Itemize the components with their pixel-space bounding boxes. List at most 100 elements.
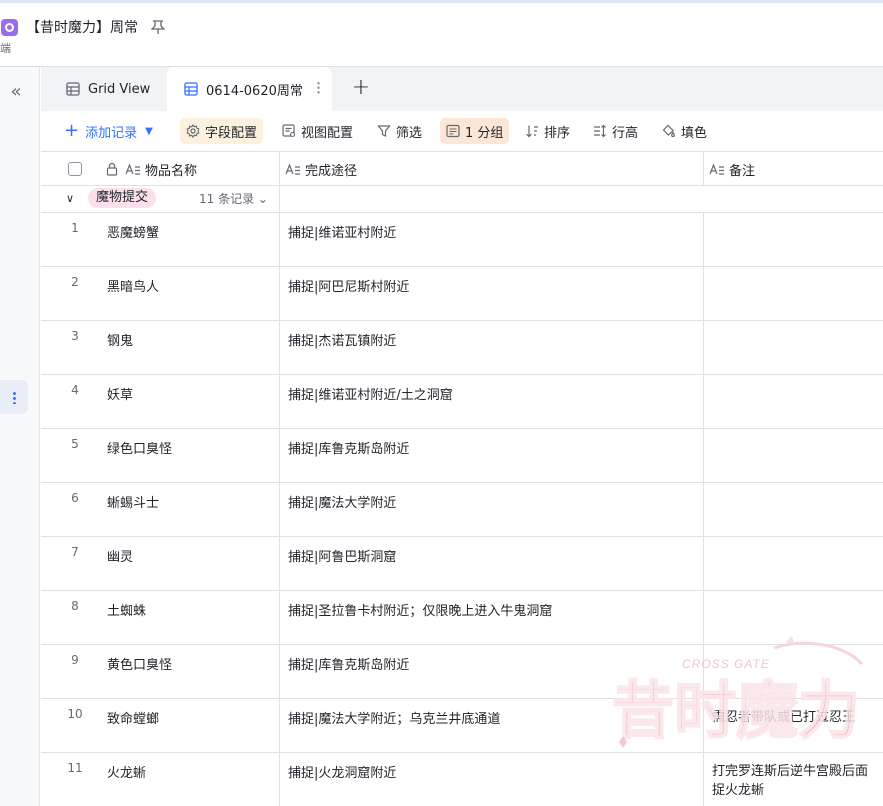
data-grid: 物品名称 完成途径 备注 ∨ 魔物提交 11 条记录 ⌄ 1 恶魔螃蟹 捕捉|维诺亚… [41,151,883,806]
app-icon [1,18,18,36]
grid-view-icon [66,82,80,96]
item-name-cell[interactable]: 蜥蜴斗士 [107,492,159,511]
chevron-down-icon[interactable]: ∨ [66,192,74,205]
view-config-label: 视图配置 [301,125,354,141]
completion-path-cell[interactable]: 捕捉|魔法大学附近 [288,492,396,511]
chevron-down-icon[interactable]: ▼ [145,126,153,137]
pin-icon[interactable] [150,19,166,35]
tab-grid-view[interactable]: Grid View [66,67,150,111]
group-button[interactable]: 1 分组 [440,118,510,144]
add-view-button[interactable]: + [349,77,373,101]
field-config-button[interactable]: 字段配置 [180,118,264,144]
completion-path-cell[interactable]: 捕捉|杰诺瓦镇附近 [288,330,396,349]
completion-path-cell[interactable]: 捕捉|库鲁克斯岛附近 [288,654,409,673]
note-cell[interactable]: 打完罗连斯后逆牛宫殿后面捉火龙蜥 [712,762,877,800]
row-number: 6 [71,491,79,505]
text-field-icon [709,162,724,175]
filter-label: 筛选 [396,125,423,141]
row-height-icon [593,124,607,138]
group-record-count[interactable]: 11 条记录 ⌄ [199,190,268,207]
field-config-label: 字段配置 [205,125,258,141]
column-header-name[interactable]: 物品名称 [106,152,197,186]
top-accent-line [0,0,883,3]
collapse-sidebar-icon[interactable]: « [5,80,27,102]
row-number: 2 [71,275,79,289]
plus-icon: + [64,120,80,141]
title-bar: 【昔时魔力】周常 [0,14,166,40]
grid-view-icon [184,82,198,96]
completion-path-cell[interactable]: 捕捉|维诺亚村附近 [288,222,396,241]
text-field-icon [285,162,300,175]
table-row[interactable]: 4 妖草 捕捉|维诺亚村附近/土之洞窟 [41,375,883,429]
fill-color-label: 填色 [681,125,708,141]
tab-label: Grid View [88,81,151,97]
column-divider [703,213,704,806]
item-name-cell[interactable]: 火龙蜥 [107,762,146,781]
tab-label: 0614-0620周常 [206,83,303,99]
row-number: 5 [71,437,79,451]
paint-bucket-icon [662,124,676,138]
table-row[interactable]: 8 土蜘蛛 捕捉|圣拉鲁卡村附近；仅限晚上进入牛鬼洞窟 [41,591,883,645]
group-label: 1 分组 [465,125,504,141]
item-name-cell[interactable]: 妖草 [107,384,133,403]
row-number: 4 [71,383,79,397]
row-number: 1 [71,221,79,235]
table-row[interactable]: 5 绿色口臭怪 捕捉|库鲁克斯岛附近 [41,429,883,483]
group-header-row[interactable]: ∨ 魔物提交 11 条记录 ⌄ [41,186,883,213]
select-all-checkbox[interactable] [68,162,82,176]
completion-path-cell[interactable]: 捕捉|火龙洞窟附近 [288,762,396,781]
item-name-cell[interactable]: 黑暗鸟人 [107,276,159,295]
column-divider [279,151,280,806]
sort-button[interactable]: 排序 [519,118,576,144]
completion-path-cell[interactable]: 捕捉|阿巴尼斯村附近 [288,276,409,295]
table-row[interactable]: 9 黄色口臭怪 捕捉|库鲁克斯岛附近 [41,645,883,699]
fill-color-button[interactable]: 填色 [656,118,713,144]
table-row[interactable]: 7 幽灵 捕捉|阿鲁巴斯洞窟 [41,537,883,591]
table-row[interactable]: 10 致命螳螂 捕捉|魔法大学附近；乌克兰井底通道 需忍者带队或已打过忍王 [41,699,883,753]
view-tabbar: Grid View 0614-0620周常 + [41,67,883,111]
item-name-cell[interactable]: 致命螳螂 [107,708,159,727]
completion-path-cell[interactable]: 捕捉|圣拉鲁卡村附近；仅限晚上进入牛鬼洞窟 [288,600,552,619]
add-record-button[interactable]: + 添加记录 ▼ [60,118,159,144]
table-row[interactable]: 3 钢鬼 捕捉|杰诺瓦镇附近 [41,321,883,375]
page-title: 【昔时魔力】周常 [26,20,138,36]
add-record-label: 添加记录 [85,125,138,141]
table-row[interactable]: 11 火龙蜥 捕捉|火龙洞窟附近 打完罗连斯后逆牛宫殿后面捉火龙蜥 [41,753,883,806]
left-rail: « [0,67,40,806]
row-number: 9 [71,653,79,667]
completion-path-cell[interactable]: 捕捉|维诺亚村附近/土之洞窟 [288,384,453,403]
column-header-label: 完成途径 [305,163,358,179]
row-height-button[interactable]: 行高 [587,118,644,144]
lock-icon [106,162,118,176]
view-config-button[interactable]: 视图配置 [276,118,359,144]
row-number: 8 [71,599,79,613]
column-header-label: 物品名称 [145,163,198,179]
column-header-path[interactable]: 完成途径 [285,152,357,186]
column-header-note[interactable]: 备注 [709,152,755,186]
gear-icon [186,124,200,138]
note-cell[interactable]: 需忍者带队或已打过忍王 [712,708,877,727]
item-name-cell[interactable]: 恶魔螃蟹 [107,222,159,241]
completion-path-cell[interactable]: 捕捉|库鲁克斯岛附近 [288,438,409,457]
item-name-cell[interactable]: 黄色口臭怪 [107,654,172,673]
group-tag: 魔物提交 [88,188,157,208]
item-name-cell[interactable]: 绿色口臭怪 [107,438,172,457]
text-field-icon [125,162,140,175]
completion-path-cell[interactable]: 捕捉|阿鲁巴斯洞窟 [288,546,396,565]
item-name-cell[interactable]: 土蜘蛛 [107,600,146,619]
page-subtitle: 端 [0,42,11,55]
row-number: 7 [71,545,79,559]
filter-button[interactable]: 筛选 [371,118,428,144]
item-name-cell[interactable]: 钢鬼 [107,330,133,349]
grid-header: 物品名称 完成途径 备注 [41,151,883,186]
tab-weekly-view[interactable]: 0614-0620周常 [167,67,332,111]
completion-path-cell[interactable]: 捕捉|魔法大学附近；乌克兰井底通道 [288,708,500,727]
item-name-cell[interactable]: 幽灵 [107,546,133,565]
sort-label: 排序 [544,125,571,141]
table-row[interactable]: 6 蜥蜴斗士 捕捉|魔法大学附近 [41,483,883,537]
table-row[interactable]: 1 恶魔螃蟹 捕捉|维诺亚村附近 [41,213,883,267]
tab-more-icon[interactable] [317,81,320,94]
table-row[interactable]: 2 黑暗鸟人 捕捉|阿巴尼斯村附近 [41,267,883,321]
filter-icon [377,124,391,138]
more-options-icon[interactable] [0,380,28,414]
